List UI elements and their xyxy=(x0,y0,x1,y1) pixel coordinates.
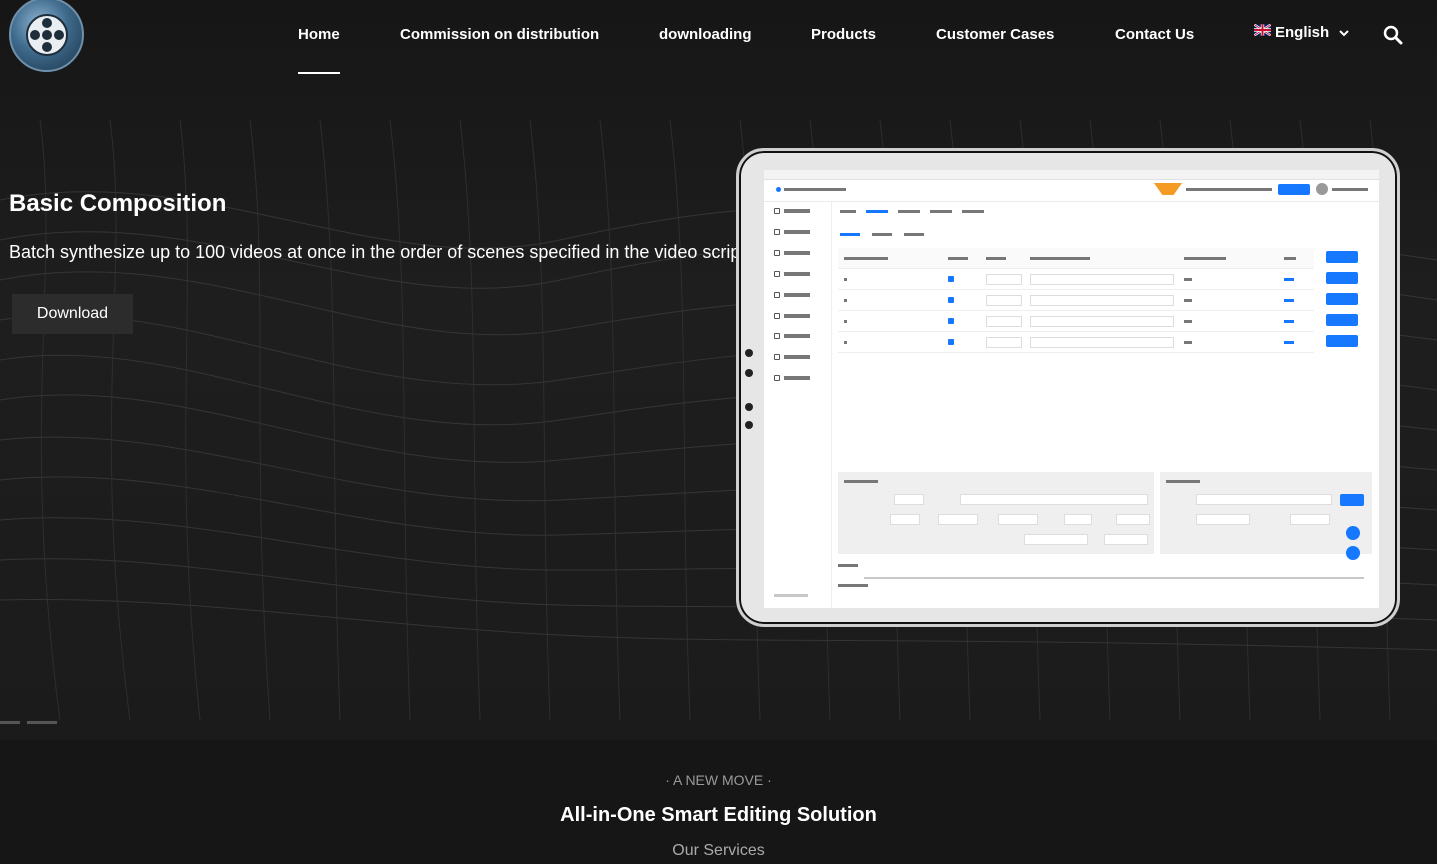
language-label: English xyxy=(1275,24,1330,41)
chevron-down-icon xyxy=(1339,29,1349,36)
nav-commission-on-distribution[interactable]: Commission on distribution xyxy=(400,26,599,43)
site-header: Home Commission on distribution download… xyxy=(0,0,1437,76)
slide-indicator[interactable] xyxy=(27,721,57,724)
tablet-mockup xyxy=(736,148,1400,627)
tablet-camera-dot xyxy=(745,369,753,377)
uk-flag-icon xyxy=(1254,23,1271,36)
section-subtitle: Our Services xyxy=(672,842,765,859)
app-screenshot xyxy=(764,170,1379,608)
film-reel-logo-icon[interactable] xyxy=(9,0,84,72)
nav-products[interactable]: Products xyxy=(811,26,876,43)
nav-downloading[interactable]: downloading xyxy=(659,26,751,43)
app-titlebar xyxy=(764,170,1379,180)
app-sidebar xyxy=(764,202,832,608)
slide-indicator[interactable] xyxy=(0,721,20,724)
hero-banner: Basic Composition Batch synthesize up to… xyxy=(0,0,1437,740)
tablet-camera-dot xyxy=(745,421,753,429)
hero-description: Batch synthesize up to 100 videos at onc… xyxy=(9,242,751,262)
tablet-camera-dot xyxy=(745,403,753,411)
section-kicker: · A NEW MOVE · xyxy=(665,772,772,788)
section-title: All-in-One Smart Editing Solution xyxy=(560,804,877,826)
search-icon[interactable] xyxy=(1383,25,1403,45)
page: Basic Composition Batch synthesize up to… xyxy=(0,0,1437,864)
nav-customer-cases[interactable]: Customer Cases xyxy=(936,26,1054,43)
app-topbar xyxy=(764,180,1379,202)
nav-contact-us[interactable]: Contact Us xyxy=(1115,26,1194,43)
services-section: · A NEW MOVE · All-in-One Smart Editing … xyxy=(0,740,1437,864)
nav-active-underline xyxy=(298,72,340,74)
tablet-camera-dot xyxy=(745,349,753,357)
nav-home[interactable]: Home xyxy=(298,26,340,43)
hero-title: Basic Composition xyxy=(9,190,227,217)
download-button[interactable]: Download xyxy=(12,294,133,334)
language-selector[interactable]: English xyxy=(1254,23,1349,41)
